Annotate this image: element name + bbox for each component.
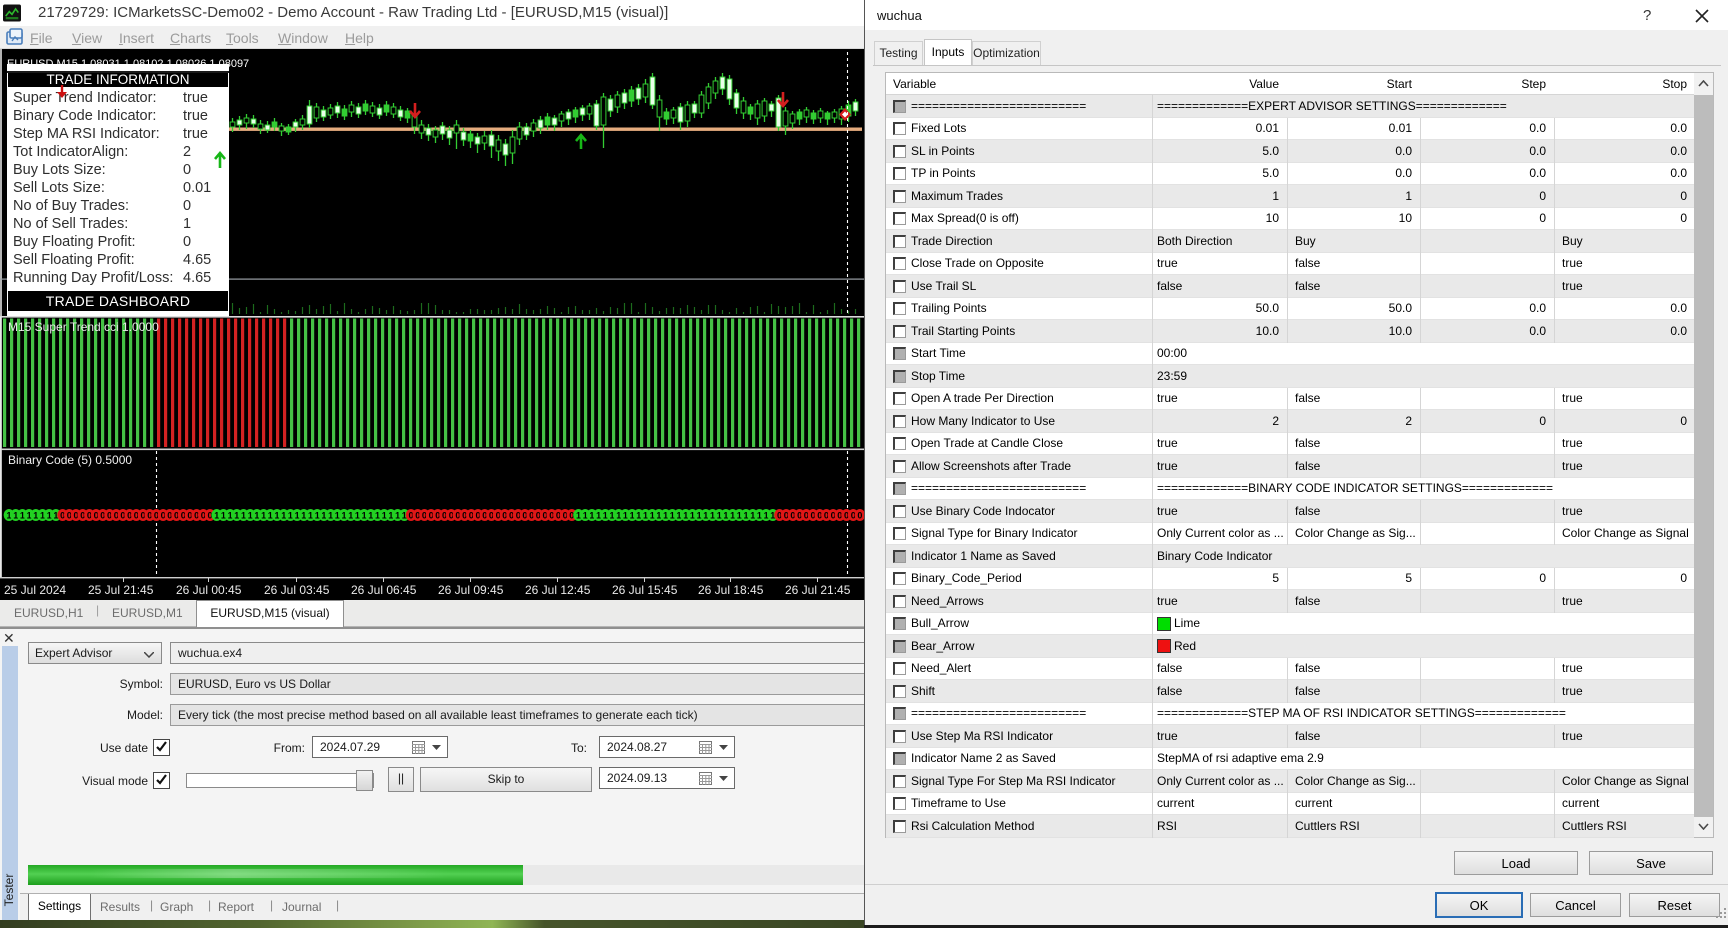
svg-text:26 Jul 03:45: 26 Jul 03:45 [264,583,330,597]
svg-text:Binary Code (5) 0.5000: Binary Code (5) 0.5000 [8,453,132,467]
svg-text:0: 0 [857,511,862,521]
svg-text:26 Jul 15:45: 26 Jul 15:45 [612,583,678,597]
svg-text:M15 Super Trend cci 1.0000: M15 Super Trend cci 1.0000 [8,320,159,334]
svg-text:25 Jul 21:45: 25 Jul 21:45 [88,583,154,597]
svg-text:26 Jul 00:45: 26 Jul 00:45 [176,583,242,597]
svg-text:26 Jul 09:45: 26 Jul 09:45 [438,583,504,597]
svg-text:26 Jul 12:45: 26 Jul 12:45 [525,583,591,597]
svg-text:26 Jul 21:45: 26 Jul 21:45 [785,583,851,597]
svg-text:25 Jul 2024: 25 Jul 2024 [4,583,66,597]
svg-text:26 Jul 06:45: 26 Jul 06:45 [351,583,417,597]
svg-text:26 Jul 18:45: 26 Jul 18:45 [698,583,764,597]
